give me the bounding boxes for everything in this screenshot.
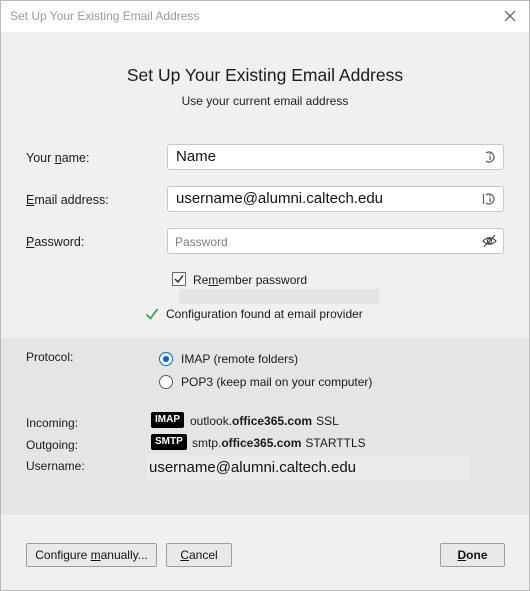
imap-radio[interactable] — [159, 352, 173, 366]
username-field: username@alumni.caltech.edu — [147, 455, 469, 480]
incoming-label: Incoming: — [26, 416, 79, 430]
config-status-text: Configuration found at email provider — [166, 307, 363, 321]
page-subtitle: Use your current email address — [181, 94, 349, 108]
page-title: Set Up Your Existing Email Address — [126, 65, 404, 85]
close-icon — [504, 10, 516, 22]
done-button[interactable]: Done — [440, 543, 505, 567]
email-value: username@alumni.caltech.edu — [176, 190, 384, 207]
close-button[interactable] — [497, 5, 523, 27]
window-title: Set Up Your Existing Email Address — [10, 9, 200, 23]
protocol-label: Protocol: — [26, 350, 74, 364]
success-check-icon — [145, 308, 159, 320]
remember-password-checkbox[interactable] — [172, 272, 186, 286]
outgoing-label: Outgoing: — [26, 438, 79, 452]
info-icon — [485, 151, 495, 163]
title-bar: Set Up Your Existing Email Address — [1, 1, 529, 32]
configure-manually-button[interactable]: Configure manually... — [26, 543, 157, 567]
email-label: Email address: — [26, 193, 109, 207]
account-setup-window: Set Up Your Existing Email Address Set U… — [0, 0, 530, 591]
imap-radio-label[interactable]: IMAP (remote folders) — [181, 352, 298, 366]
name-field[interactable]: Name — [167, 144, 504, 170]
email-field[interactable]: username@alumni.caltech.edu — [167, 186, 504, 212]
outgoing-protocol-badge: SMTP — [151, 434, 187, 450]
password-placeholder: Password — [175, 235, 228, 249]
eye-slash-icon[interactable] — [482, 234, 497, 248]
cancel-button[interactable]: Cancel — [166, 543, 232, 567]
outgoing-server: smtp.office365.com STARTTLS — [192, 436, 366, 450]
placeholder-bar — [179, 289, 379, 304]
incoming-server: outlook.office365.com SSL — [190, 414, 339, 428]
info-icon — [483, 193, 495, 205]
pop3-radio-label[interactable]: POP3 (keep mail on your computer) — [181, 375, 372, 389]
password-label: Password: — [26, 235, 85, 249]
name-value: Name — [176, 148, 217, 165]
password-field[interactable]: Password — [167, 228, 504, 254]
incoming-protocol-badge: IMAP — [151, 412, 184, 428]
pop3-radio[interactable] — [159, 375, 173, 389]
username-value: username@alumni.caltech.edu — [149, 459, 357, 476]
username-label: Username: — [26, 459, 85, 473]
checkmark-icon — [174, 275, 184, 284]
name-label: Your name: — [26, 151, 90, 165]
remember-password-label[interactable]: Remember password — [193, 273, 307, 287]
